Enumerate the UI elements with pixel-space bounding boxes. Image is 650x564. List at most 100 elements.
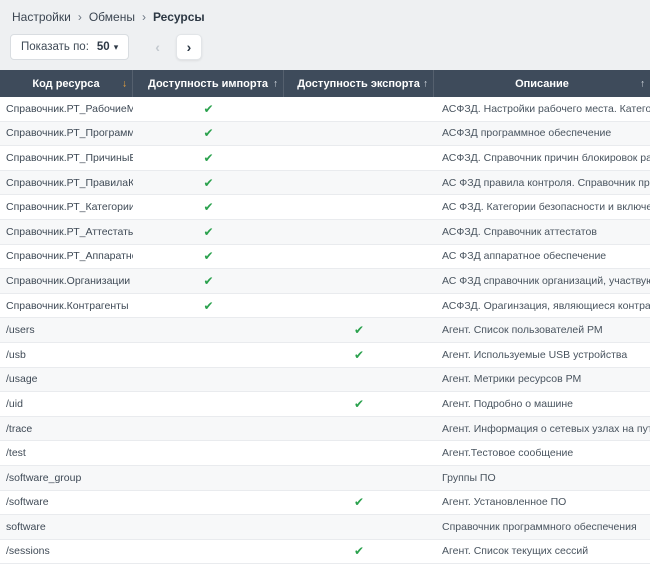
export-availability-cell: ✔ — [284, 294, 434, 318]
column-header-export-availability[interactable]: Доступность экспорта ↑ — [284, 70, 434, 97]
import-availability-cell: ✔ — [133, 540, 284, 564]
table-row[interactable]: Справочник.РТ_ПричиныБло... ✔ ✔ АСФЗД. С… — [0, 146, 650, 171]
description-cell: Агент. Подробно о машине — [434, 392, 650, 416]
export-check-icon: ✔ — [354, 495, 364, 509]
pagination: ‹ › — [149, 34, 202, 60]
sort-asc-icon[interactable]: ↑ — [273, 78, 278, 89]
sort-desc-icon[interactable]: ↓ — [122, 78, 127, 89]
resource-code-cell: Справочник.РТ_Аппаратное... — [0, 245, 133, 269]
table-body: Справочник.РТ_РабочиеМес... ✔ ✔ АСФЗД. Н… — [0, 97, 650, 564]
description-cell: АСФЗД. Справочник причин блокировок рабо… — [434, 146, 650, 170]
export-availability-cell: ✔ — [284, 171, 434, 195]
description-cell: Справочник программного обеспечения — [434, 515, 650, 539]
description-cell: АС ФЗД аппаратное обеспечение — [434, 245, 650, 269]
resource-code-cell: Справочник.РТ_Программно... — [0, 122, 133, 146]
import-availability-cell: ✔ — [133, 97, 284, 121]
column-header-description[interactable]: Описание ↑ — [434, 70, 650, 97]
import-availability-cell: ✔ — [133, 171, 284, 195]
description-cell: АСФЗД программное обеспечение — [434, 122, 650, 146]
export-availability-cell: ✔ — [284, 122, 434, 146]
sort-asc-icon[interactable]: ↑ — [423, 78, 428, 89]
next-page-button[interactable]: › — [176, 34, 202, 60]
import-availability-cell: ✔ — [133, 417, 284, 441]
import-availability-cell: ✔ — [133, 220, 284, 244]
table-row[interactable]: Справочник.РТ_Аппаратное... ✔ ✔ АС ФЗД а… — [0, 245, 650, 270]
breadcrumb-item-exchanges[interactable]: Обмены — [89, 10, 135, 24]
description-cell: Агент. Используемые USB устройства — [434, 343, 650, 367]
resource-code-cell: /software — [0, 491, 133, 515]
table-row[interactable]: software ✔ ✔ Справочник программного обе… — [0, 515, 650, 540]
resource-code-cell: /software_group — [0, 466, 133, 490]
sort-asc-icon[interactable]: ↑ — [640, 78, 645, 89]
description-cell: АС ФЗД. Категории безопасности и включен… — [434, 195, 650, 219]
table-row[interactable]: /sessions ✔ ✔ Агент. Список текущих сесс… — [0, 540, 650, 564]
resource-code-cell: /test — [0, 441, 133, 465]
table-row[interactable]: /software_group ✔ ✔ Группы ПО — [0, 466, 650, 491]
breadcrumb: Настройки › Обмены › Ресурсы — [10, 8, 640, 32]
resource-code-cell: /usage — [0, 368, 133, 392]
table-row[interactable]: /usage ✔ ✔ Агент. Метрики ресурсов РМ — [0, 368, 650, 393]
import-availability-cell: ✔ — [133, 195, 284, 219]
column-header-label: Доступность импорта — [148, 78, 268, 90]
resource-code-cell: Справочник.РТ_АттестатыРМ — [0, 220, 133, 244]
toolbar: Показать по: 50 ▾ ‹ › — [10, 34, 640, 60]
table-row[interactable]: Справочник.РТ_ПравилаКон... ✔ ✔ АС ФЗД п… — [0, 171, 650, 196]
table-row[interactable]: /test ✔ ✔ Агент.Тестовое сообщение — [0, 441, 650, 466]
description-cell: АС ФЗД справочник организаций, участвующ… — [434, 269, 650, 293]
description-cell: Агент. Информация о сетевых узлах на пут… — [434, 417, 650, 441]
export-availability-cell: ✔ — [284, 515, 434, 539]
breadcrumb-item-resources: Ресурсы — [153, 10, 205, 24]
resource-code-cell: Справочник.РТ_КатегорииБе... — [0, 195, 133, 219]
export-availability-cell: ✔ — [284, 269, 434, 293]
column-header-label: Описание — [515, 78, 569, 90]
description-cell: Агент.Тестовое сообщение — [434, 441, 650, 465]
table-row[interactable]: /users ✔ ✔ Агент. Список пользователей Р… — [0, 318, 650, 343]
export-availability-cell: ✔ — [284, 368, 434, 392]
description-cell: Агент. Установленное ПО — [434, 491, 650, 515]
export-availability-cell: ✔ — [284, 441, 434, 465]
column-header-resource-code[interactable]: Код ресурса ↓ — [0, 70, 133, 97]
table-row[interactable]: Справочник.РТ_РабочиеМес... ✔ ✔ АСФЗД. Н… — [0, 97, 650, 122]
description-cell: Агент. Список текущих сессий — [434, 540, 650, 564]
export-availability-cell: ✔ — [284, 146, 434, 170]
export-check-icon: ✔ — [354, 544, 364, 558]
resource-code-cell: Справочник.РТ_РабочиеМес... — [0, 97, 133, 121]
chevron-down-icon: ▾ — [114, 43, 119, 52]
export-availability-cell: ✔ — [284, 343, 434, 367]
import-check-icon: ✔ — [203, 176, 213, 190]
export-check-icon: ✔ — [354, 323, 364, 337]
table-row[interactable]: /software ✔ ✔ Агент. Установленное ПО — [0, 491, 650, 516]
import-availability-cell: ✔ — [133, 491, 284, 515]
table-row[interactable]: Справочник.РТ_Программно... ✔ ✔ АСФЗД пр… — [0, 122, 650, 147]
prev-page-button[interactable]: ‹ — [149, 39, 166, 55]
page-size-select[interactable]: 50 ▾ — [97, 41, 118, 53]
top-bar: Настройки › Обмены › Ресурсы Показать по… — [0, 0, 650, 70]
table-row[interactable]: /trace ✔ ✔ Агент. Информация о сетевых у… — [0, 417, 650, 442]
description-cell: АСФЗД. Настройки рабочего места. Категор… — [434, 97, 650, 121]
description-cell: Группы ПО — [434, 466, 650, 490]
import-check-icon: ✔ — [203, 249, 213, 263]
table-row[interactable]: Справочник.РТ_КатегорииБе... ✔ ✔ АС ФЗД.… — [0, 195, 650, 220]
page-size-label: Показать по: — [21, 41, 89, 53]
export-availability-cell: ✔ — [284, 491, 434, 515]
table-row[interactable]: Справочник.Организации ✔ ✔ АС ФЗД справо… — [0, 269, 650, 294]
table-row[interactable]: /usb ✔ ✔ Агент. Используемые USB устройс… — [0, 343, 650, 368]
table-row[interactable]: /uid ✔ ✔ Агент. Подробно о машине — [0, 392, 650, 417]
column-header-label: Доступность экспорта — [297, 78, 420, 90]
import-availability-cell: ✔ — [133, 122, 284, 146]
page-size-value: 50 — [97, 41, 110, 53]
description-cell: АСФЗД. Орагинзация, являющиеся контраген… — [434, 294, 650, 318]
import-availability-cell: ✔ — [133, 515, 284, 539]
import-check-icon: ✔ — [203, 299, 213, 313]
table-row[interactable]: Справочник.РТ_АттестатыРМ ✔ ✔ АСФЗД. Спр… — [0, 220, 650, 245]
export-availability-cell: ✔ — [284, 195, 434, 219]
table-row[interactable]: Справочник.Контрагенты ✔ ✔ АСФЗД. Орагин… — [0, 294, 650, 319]
breadcrumb-item-settings[interactable]: Настройки — [12, 10, 71, 24]
column-header-import-availability[interactable]: Доступность импорта ↑ — [133, 70, 284, 97]
export-check-icon: ✔ — [354, 397, 364, 411]
export-availability-cell: ✔ — [284, 97, 434, 121]
import-check-icon: ✔ — [203, 151, 213, 165]
import-availability-cell: ✔ — [133, 245, 284, 269]
export-availability-cell: ✔ — [284, 318, 434, 342]
import-availability-cell: ✔ — [133, 294, 284, 318]
